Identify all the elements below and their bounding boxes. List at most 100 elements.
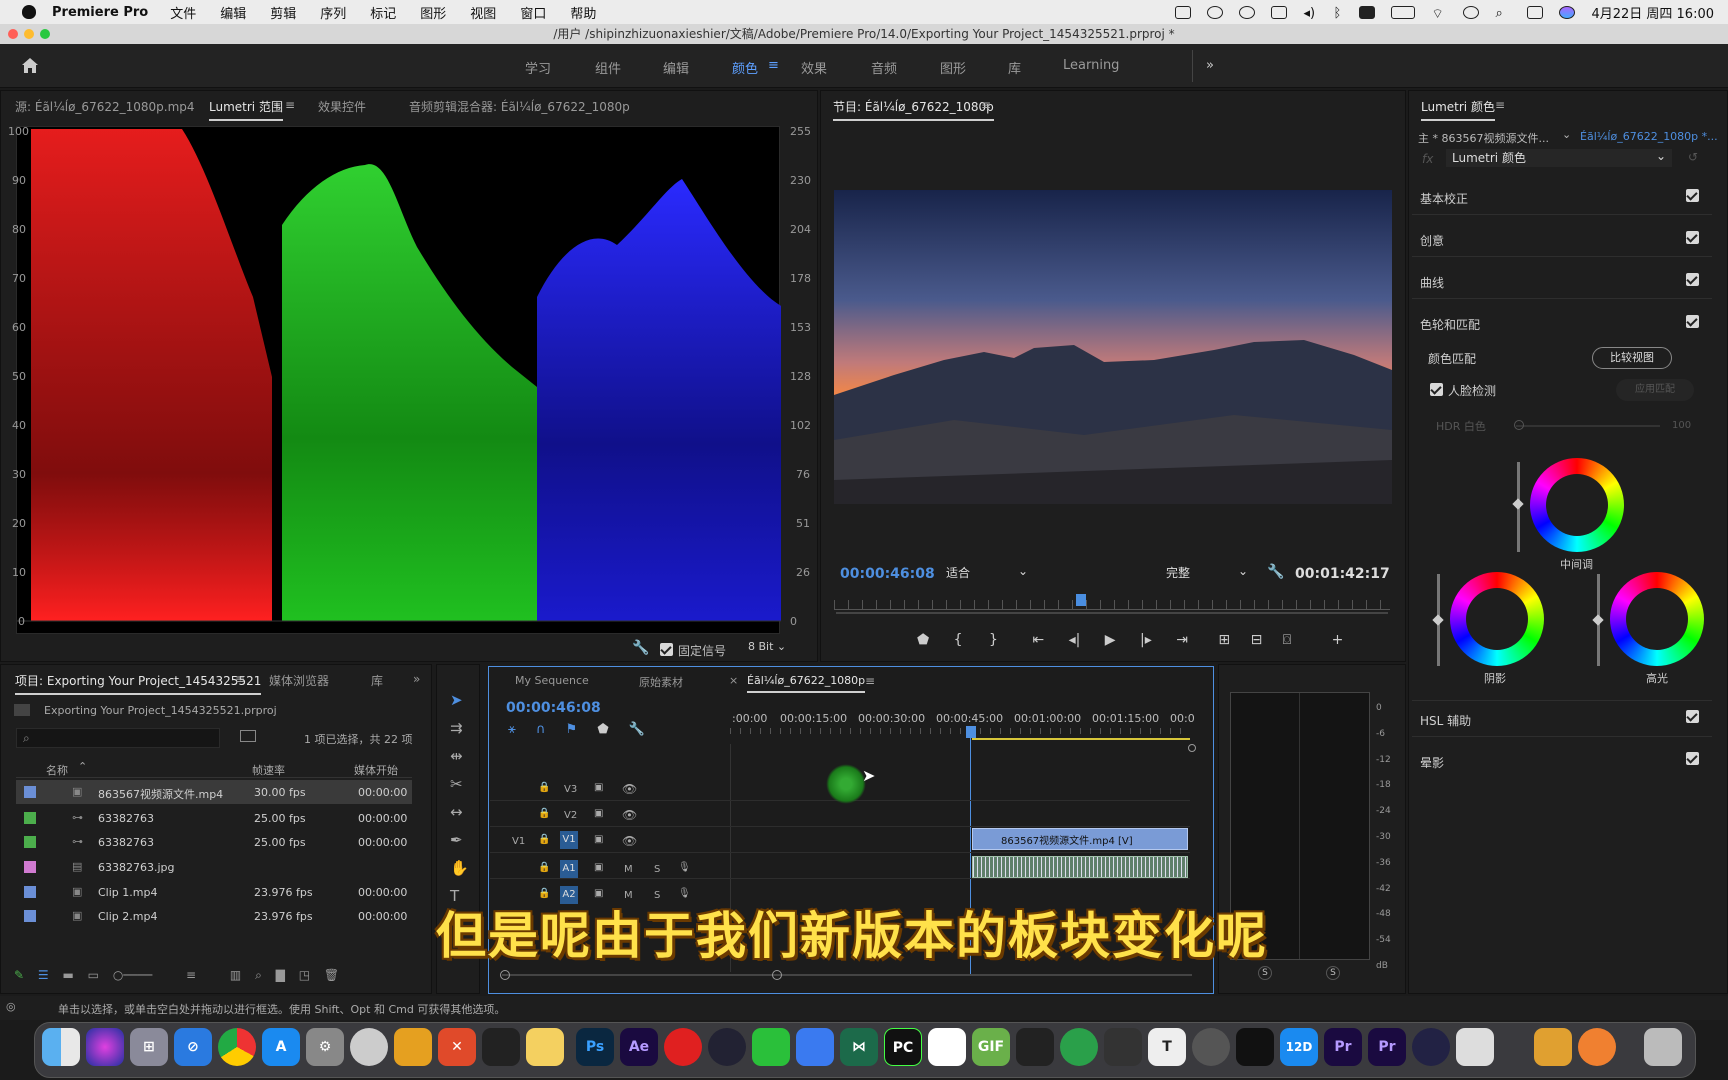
apple-icon[interactable] xyxy=(22,5,36,19)
list-view-icon[interactable]: ☰ xyxy=(38,968,49,982)
eye-icon[interactable]: 👁 xyxy=(622,808,637,822)
toggle-sync-icon[interactable]: ▣ xyxy=(594,782,603,793)
lock-icon[interactable]: 🔒 xyxy=(538,782,550,793)
qq-icon[interactable] xyxy=(482,1028,520,1066)
mute-button[interactable]: M xyxy=(624,864,633,875)
safari-icon[interactable]: ⊘ xyxy=(174,1028,212,1066)
cinema4d-icon[interactable] xyxy=(708,1028,746,1066)
step-forward-icon[interactable]: |▸ xyxy=(1140,632,1152,648)
finder-icon[interactable] xyxy=(42,1028,80,1066)
workspace-assembly[interactable]: 组件 xyxy=(595,58,621,77)
tab-media-browser[interactable]: 媒体浏览器 xyxy=(269,672,329,689)
step-back-icon[interactable]: ◂| xyxy=(1069,632,1081,648)
menu-help[interactable]: 帮助 xyxy=(570,3,596,22)
hdr-white-slider[interactable] xyxy=(1516,425,1660,427)
menu-markers[interactable]: 标记 xyxy=(370,3,396,22)
tab-lumetri-scopes[interactable]: Lumetri 范围 xyxy=(209,98,283,121)
wifi-icon[interactable]: ⌔ xyxy=(1431,6,1447,22)
scrollbar-end-handle[interactable] xyxy=(772,970,782,980)
label-color-swatch[interactable] xyxy=(24,836,36,848)
workspace-learning[interactable]: Learning xyxy=(1063,58,1119,73)
freeform-view-icon[interactable]: ▭ xyxy=(88,968,99,982)
program-video-frame[interactable] xyxy=(834,190,1392,504)
vs-icon[interactable]: ⋈ xyxy=(840,1028,878,1066)
screen-record-icon[interactable] xyxy=(1456,1028,1494,1066)
menu-clip[interactable]: 剪辑 xyxy=(270,3,296,22)
menu-edit[interactable]: 编辑 xyxy=(220,3,246,22)
workspace-effects[interactable]: 效果 xyxy=(801,58,827,77)
workspace-learn[interactable]: 学习 xyxy=(525,58,551,77)
timeline-playhead[interactable] xyxy=(966,726,976,738)
solo-button[interactable]: S xyxy=(654,864,660,875)
section-basic-correction[interactable]: 基本校正 xyxy=(1420,190,1468,207)
baidu-netdisk-icon[interactable] xyxy=(928,1028,966,1066)
pencil-icon[interactable]: ✎ xyxy=(14,968,24,982)
track-v2[interactable]: V2 xyxy=(564,810,577,821)
program-title[interactable]: 节目: Éãl¼ĺø_67622_1080p xyxy=(833,98,994,121)
netease-music-icon[interactable] xyxy=(664,1028,702,1066)
folder-stack-icon[interactable] xyxy=(1578,1028,1616,1066)
user-icon[interactable] xyxy=(1463,5,1480,19)
work-area-bar[interactable] xyxy=(972,738,1190,740)
gif-icon[interactable]: GIF xyxy=(972,1028,1010,1066)
section-creative[interactable]: 创意 xyxy=(1420,232,1444,249)
color-wheels-checkbox[interactable] xyxy=(1686,315,1699,328)
downloads-icon[interactable] xyxy=(1534,1028,1572,1066)
project-row[interactable]: ▣ Clip 2.mp4 23.976 fps 00:00:00 xyxy=(16,904,412,928)
12d-tv-icon[interactable]: 12D xyxy=(1280,1028,1318,1066)
new-bin-icon[interactable]: ▇ xyxy=(276,968,285,982)
lock-icon[interactable]: 🔒 xyxy=(538,808,550,819)
master-clip-select[interactable]: 主 * 863567视频源文件... xyxy=(1418,130,1549,146)
davinci-icon[interactable] xyxy=(1192,1028,1230,1066)
midtone-color-wheel[interactable] xyxy=(1530,458,1624,552)
highlight-color-wheel[interactable] xyxy=(1610,572,1704,666)
tab-my-sequence[interactable]: My Sequence xyxy=(515,674,589,687)
find-icon[interactable]: ⌕ xyxy=(255,968,262,982)
clock[interactable]: 4月22日 周四 16:00 xyxy=(1591,3,1714,22)
wechat-icon[interactable] xyxy=(1207,5,1224,19)
selection-tool-icon[interactable]: ➤ xyxy=(450,686,470,714)
fit-select[interactable]: 适合 ⌄ xyxy=(946,564,1032,584)
hsl-checkbox[interactable] xyxy=(1686,710,1699,723)
menu-view[interactable]: 视图 xyxy=(470,3,496,22)
home-icon[interactable] xyxy=(20,56,40,74)
workspace-audio[interactable]: 音频 xyxy=(871,58,897,77)
icon-view-icon[interactable]: ▬ xyxy=(62,968,73,982)
more-tabs-icon[interactable]: » xyxy=(413,672,420,686)
battery-icon[interactable] xyxy=(1391,5,1416,19)
panel-menu-icon[interactable]: ≡ xyxy=(285,98,295,112)
vertical-scroll-handle[interactable] xyxy=(1188,744,1196,752)
effect-select[interactable]: Lumetri 颜色 ⌄ xyxy=(1446,149,1672,167)
face-detect-checkbox[interactable] xyxy=(1430,383,1443,396)
pineapple-icon[interactable] xyxy=(394,1028,432,1066)
project-row[interactable]: ⊶ 63382763 25.00 fps 00:00:00 xyxy=(16,806,412,830)
system-preferences-icon[interactable]: ⚙ xyxy=(306,1028,344,1066)
control-center-icon[interactable] xyxy=(1527,5,1544,19)
zoom-slider[interactable]: ○──── xyxy=(113,968,152,982)
settings-wrench-icon[interactable]: 🔧 xyxy=(632,640,649,656)
go-to-out-icon[interactable]: ⇥ xyxy=(1176,632,1188,648)
project-row[interactable]: ▣ Clip 1.mp4 23.976 fps 00:00:00 xyxy=(16,880,412,904)
column-name[interactable]: 名称 xyxy=(46,762,68,778)
menu-sequence[interactable]: 序列 xyxy=(320,3,346,22)
solo-right-button[interactable]: S xyxy=(1326,966,1340,980)
photoshop-icon[interactable]: Ps xyxy=(576,1028,614,1066)
more-workspaces-icon[interactable]: » xyxy=(1206,58,1214,73)
column-media-start[interactable]: 媒体开始 xyxy=(354,762,398,778)
toggle-sync-icon[interactable]: ▣ xyxy=(594,808,603,819)
label-color-swatch[interactable] xyxy=(24,861,36,873)
tab-audio-clip-mixer[interactable]: 音频剪辑混合器: Éãl¼ĺø_67622_1080p xyxy=(409,98,630,115)
section-curves[interactable]: 曲线 xyxy=(1420,274,1444,291)
workspace-menu-icon[interactable]: ≡ xyxy=(768,58,779,73)
shadow-color-wheel[interactable] xyxy=(1450,572,1544,666)
terminal-icon[interactable] xyxy=(1104,1028,1142,1066)
microphone-icon[interactable]: 🎙 xyxy=(678,862,691,873)
scrollbar-start-handle[interactable] xyxy=(500,970,510,980)
app-menu[interactable]: Premiere Pro xyxy=(52,5,148,20)
wechat-icon[interactable] xyxy=(752,1028,790,1066)
program-menu-icon[interactable]: ≡ xyxy=(981,98,991,112)
ripple-edit-tool-icon[interactable]: ⇹ xyxy=(450,742,470,770)
zoom-window-icon[interactable] xyxy=(40,29,50,39)
apply-match-button[interactable]: 应用匹配 xyxy=(1616,379,1694,401)
evernote-icon[interactable] xyxy=(1060,1028,1098,1066)
